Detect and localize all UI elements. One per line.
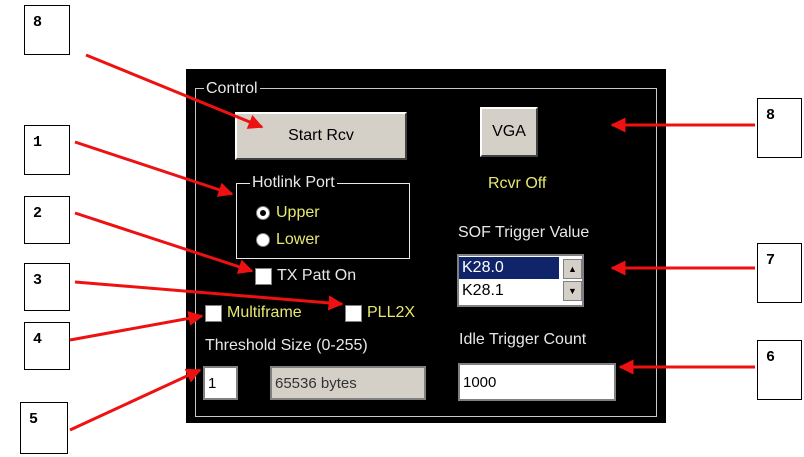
sof-option-k28-0[interactable]: K28.0: [459, 257, 559, 279]
lower-radio[interactable]: [256, 233, 270, 247]
sof-option-k28-1[interactable]: K28.1: [459, 280, 559, 302]
threshold-size-input[interactable]: 1: [203, 366, 238, 400]
callout-3: 3: [24, 263, 70, 311]
threshold-bytes-display: 65536 bytes: [270, 366, 426, 400]
arrow-4-multiframe: [69, 311, 204, 342]
start-rcv-button[interactable]: Start Rcv: [235, 112, 407, 160]
hotlink-port-groupbox: [236, 183, 410, 259]
callout-8-right: 8: [757, 98, 802, 158]
arrow-5-threshold: [69, 368, 202, 432]
pll2x-label: PLL2X: [367, 304, 416, 321]
upper-radio[interactable]: [256, 206, 270, 220]
idle-trigger-count-input[interactable]: 1000: [458, 363, 616, 401]
hotlink-port-label: Hotlink Port: [250, 174, 337, 191]
callout-6: 6: [757, 340, 802, 400]
scroll-down-icon[interactable]: ▼: [563, 281, 582, 301]
callout-8-top: 8: [24, 5, 70, 55]
threshold-size-label: Threshold Size (0-255): [205, 337, 368, 354]
idle-trigger-count-label: Idle Trigger Count: [459, 331, 587, 348]
callout-4: 4: [24, 322, 70, 370]
tx-patt-label: TX Patt On: [277, 267, 357, 284]
sof-trigger-listbox[interactable]: K28.0 K28.1 ▲ ▼: [457, 254, 584, 307]
receiver-status: Rcvr Off: [488, 175, 547, 192]
pll2x-checkbox[interactable]: [345, 305, 362, 322]
upper-label: Upper: [276, 204, 320, 221]
callout-1: 1: [24, 125, 70, 175]
callout-5: 5: [20, 402, 68, 454]
radio-selected-dot: [260, 210, 266, 216]
control-group-label: Control: [204, 80, 260, 97]
control-panel: Control Start Rcv VGA Rcvr Off Hotlink P…: [186, 69, 666, 423]
tx-patt-checkbox[interactable]: [255, 268, 272, 285]
multiframe-label: Multiframe: [227, 304, 302, 321]
scroll-up-icon[interactable]: ▲: [563, 259, 582, 279]
multiframe-checkbox[interactable]: [205, 305, 222, 322]
lower-label: Lower: [276, 231, 320, 248]
callout-2: 2: [24, 196, 70, 244]
callout-7: 7: [757, 243, 802, 303]
sof-trigger-label: SOF Trigger Value: [458, 224, 590, 241]
vga-button[interactable]: VGA: [480, 107, 538, 157]
